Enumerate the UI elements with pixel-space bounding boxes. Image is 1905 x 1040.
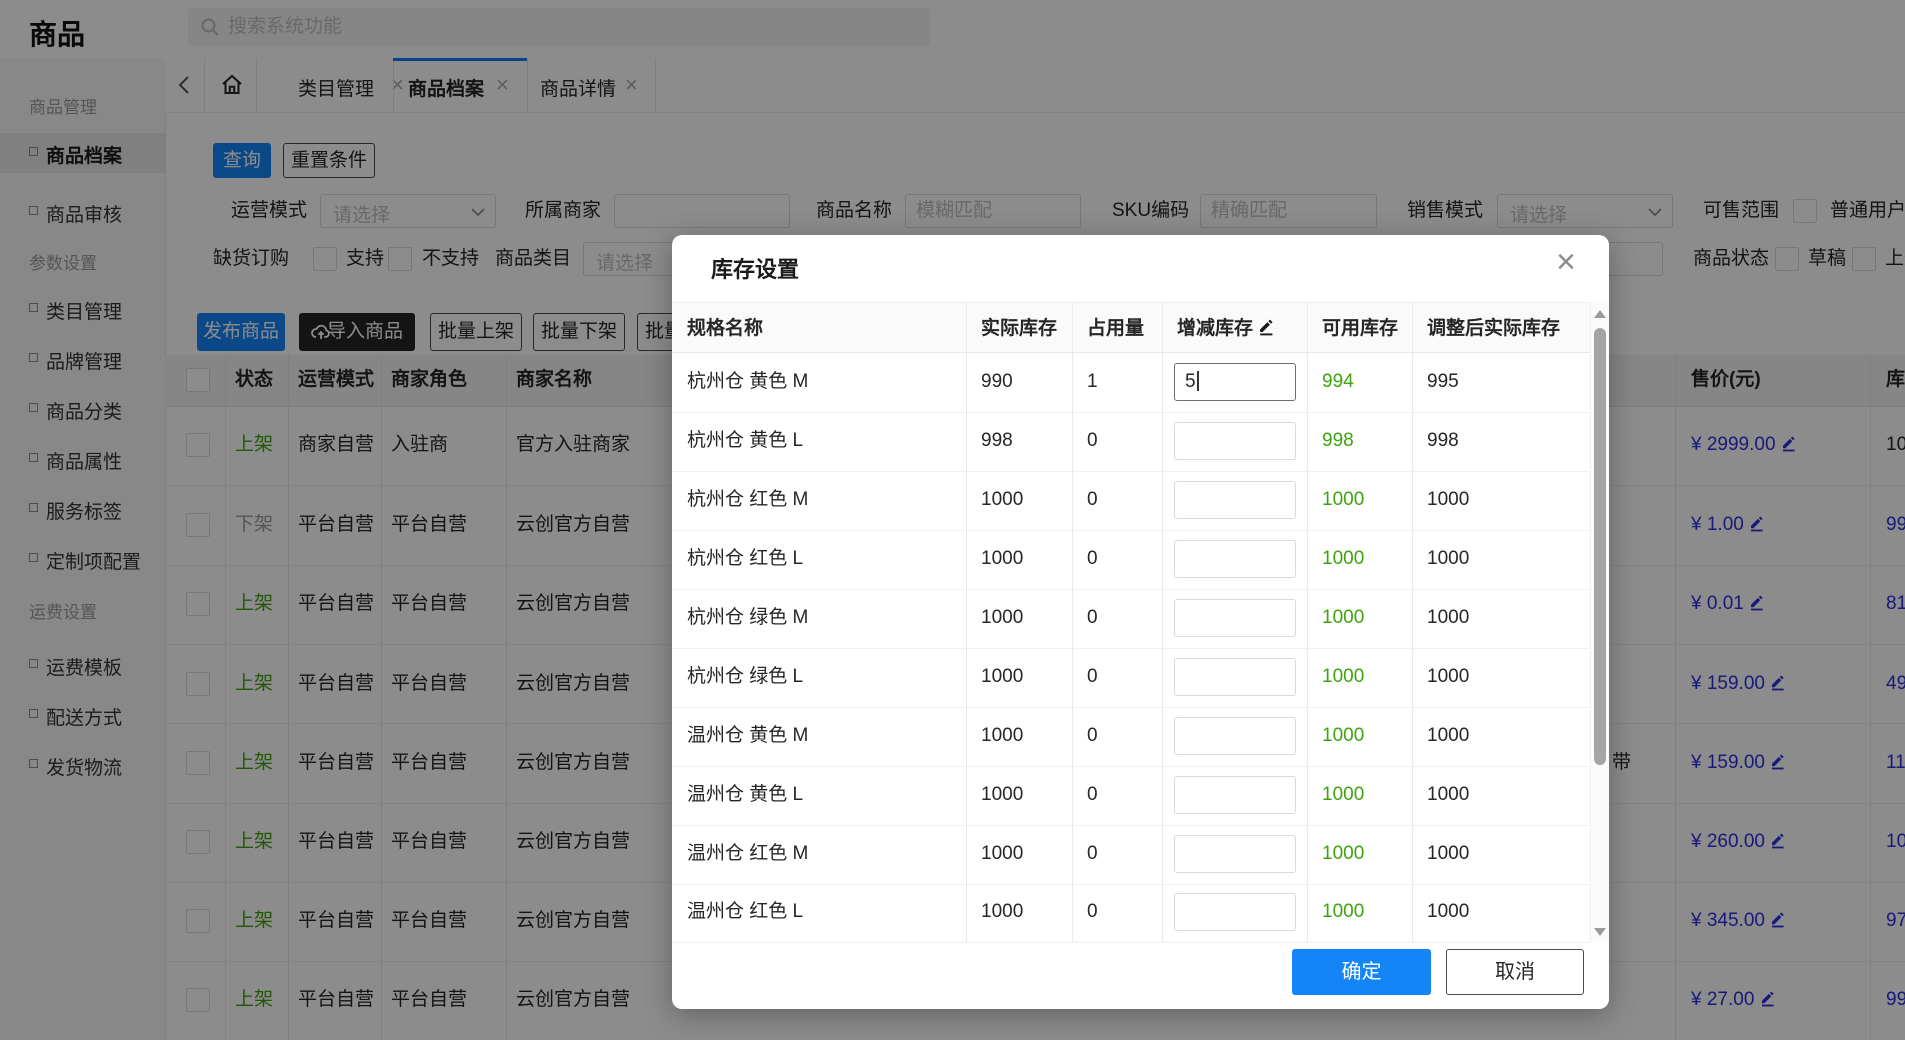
occupied-qty: 0 bbox=[1087, 901, 1098, 922]
row-divider bbox=[672, 589, 1590, 590]
row-divider bbox=[672, 412, 1590, 413]
occupied-qty: 0 bbox=[1087, 666, 1098, 687]
spec-name: 杭州仓 红色 L bbox=[687, 548, 804, 569]
column-divider bbox=[1412, 302, 1413, 942]
scroll-up-icon[interactable] bbox=[1594, 310, 1606, 318]
occupied-qty: 0 bbox=[1087, 548, 1098, 569]
available-stock: 1000 bbox=[1322, 666, 1365, 687]
available-stock: 1000 bbox=[1322, 548, 1365, 569]
column-divider bbox=[1307, 302, 1308, 942]
row-divider bbox=[672, 707, 1590, 708]
delta-stock-input[interactable] bbox=[1174, 481, 1296, 519]
adjusted-stock: 1000 bbox=[1427, 607, 1470, 628]
delta-stock-input[interactable]: 5 bbox=[1174, 363, 1296, 401]
spec-name: 杭州仓 黄色 M bbox=[687, 371, 809, 392]
mcol-adjusted: 调整后实际库存 bbox=[1427, 318, 1561, 339]
actual-stock: 1000 bbox=[981, 784, 1024, 805]
adjusted-stock: 1000 bbox=[1427, 489, 1470, 510]
adjusted-stock: 998 bbox=[1427, 430, 1459, 451]
row-divider bbox=[672, 648, 1590, 649]
row-divider bbox=[672, 884, 1590, 885]
mcol-available: 可用库存 bbox=[1322, 318, 1399, 339]
row-divider bbox=[672, 766, 1590, 767]
scrollbar-thumb[interactable] bbox=[1594, 328, 1606, 765]
actual-stock: 998 bbox=[981, 430, 1013, 451]
mcol-delta: 增减库存 bbox=[1177, 318, 1276, 340]
adjusted-stock: 1000 bbox=[1427, 843, 1470, 864]
delta-stock-input[interactable] bbox=[1174, 893, 1296, 931]
delta-stock-input[interactable] bbox=[1174, 776, 1296, 814]
column-divider bbox=[966, 302, 967, 942]
occupied-qty: 0 bbox=[1087, 607, 1098, 628]
pencil-icon bbox=[1260, 319, 1273, 336]
modal-scrollbar[interactable] bbox=[1590, 303, 1609, 943]
occupied-qty: 0 bbox=[1087, 843, 1098, 864]
mcol-spec: 规格名称 bbox=[687, 318, 764, 339]
available-stock: 1000 bbox=[1322, 607, 1365, 628]
actual-stock: 1000 bbox=[981, 843, 1024, 864]
column-divider bbox=[1162, 302, 1163, 942]
available-stock: 994 bbox=[1322, 371, 1354, 392]
spec-name: 杭州仓 绿色 M bbox=[687, 607, 809, 628]
delta-stock-input[interactable] bbox=[1174, 422, 1296, 460]
adjusted-stock: 1000 bbox=[1427, 901, 1470, 922]
modal-close-icon[interactable]: × bbox=[1556, 245, 1576, 279]
delta-stock-input[interactable] bbox=[1174, 658, 1296, 696]
spec-name: 杭州仓 红色 M bbox=[687, 489, 809, 510]
available-stock: 998 bbox=[1322, 430, 1354, 451]
spec-name: 温州仓 黄色 L bbox=[687, 784, 804, 805]
adjusted-stock: 1000 bbox=[1427, 666, 1470, 687]
occupied-qty: 0 bbox=[1087, 489, 1098, 510]
actual-stock: 1000 bbox=[981, 901, 1024, 922]
available-stock: 1000 bbox=[1322, 725, 1365, 746]
scroll-down-icon[interactable] bbox=[1594, 928, 1606, 936]
spec-name: 温州仓 红色 M bbox=[687, 843, 809, 864]
row-divider bbox=[672, 471, 1590, 472]
mcol-occupied: 占用量 bbox=[1087, 318, 1145, 339]
adjusted-stock: 1000 bbox=[1427, 784, 1470, 805]
spec-name: 杭州仓 黄色 L bbox=[687, 430, 804, 451]
occupied-qty: 0 bbox=[1087, 430, 1098, 451]
delta-stock-input[interactable] bbox=[1174, 835, 1296, 873]
spec-name: 温州仓 红色 L bbox=[687, 901, 804, 922]
actual-stock: 1000 bbox=[981, 607, 1024, 628]
modal-title: 库存设置 bbox=[711, 257, 800, 282]
app-screen: 商品 搜索系统功能 商品管理 商品档案 商品审核 参数设置 类目管理 品牌管理 … bbox=[0, 0, 1905, 1040]
adjusted-stock: 995 bbox=[1427, 371, 1459, 392]
actual-stock: 990 bbox=[981, 371, 1013, 392]
actual-stock: 1000 bbox=[981, 725, 1024, 746]
row-divider bbox=[672, 530, 1590, 531]
inventory-settings-modal: 库存设置 × 规格名称 实际库存 占用量 增减库存 可用库存 调整后实际库存 杭… bbox=[672, 235, 1609, 1009]
spec-name: 温州仓 黄色 M bbox=[687, 725, 809, 746]
column-divider bbox=[1072, 302, 1073, 942]
actual-stock: 1000 bbox=[981, 666, 1024, 687]
row-divider bbox=[672, 942, 1590, 943]
mcol-actual: 实际库存 bbox=[981, 318, 1058, 339]
modal-cancel-button[interactable]: 取消 bbox=[1446, 949, 1584, 995]
available-stock: 1000 bbox=[1322, 843, 1365, 864]
delta-stock-input[interactable] bbox=[1174, 717, 1296, 755]
occupied-qty: 0 bbox=[1087, 784, 1098, 805]
adjusted-stock: 1000 bbox=[1427, 725, 1470, 746]
available-stock: 1000 bbox=[1322, 489, 1365, 510]
actual-stock: 1000 bbox=[981, 548, 1024, 569]
spec-name: 杭州仓 绿色 L bbox=[687, 666, 804, 687]
occupied-qty: 0 bbox=[1087, 725, 1098, 746]
delta-stock-input[interactable] bbox=[1174, 599, 1296, 637]
available-stock: 1000 bbox=[1322, 901, 1365, 922]
modal-ok-button[interactable]: 确定 bbox=[1292, 949, 1431, 995]
available-stock: 1000 bbox=[1322, 784, 1365, 805]
actual-stock: 1000 bbox=[981, 489, 1024, 510]
row-divider bbox=[672, 825, 1590, 826]
delta-stock-input[interactable] bbox=[1174, 540, 1296, 578]
adjusted-stock: 1000 bbox=[1427, 548, 1470, 569]
text-cursor bbox=[1196, 371, 1199, 391]
occupied-qty: 1 bbox=[1087, 371, 1098, 392]
